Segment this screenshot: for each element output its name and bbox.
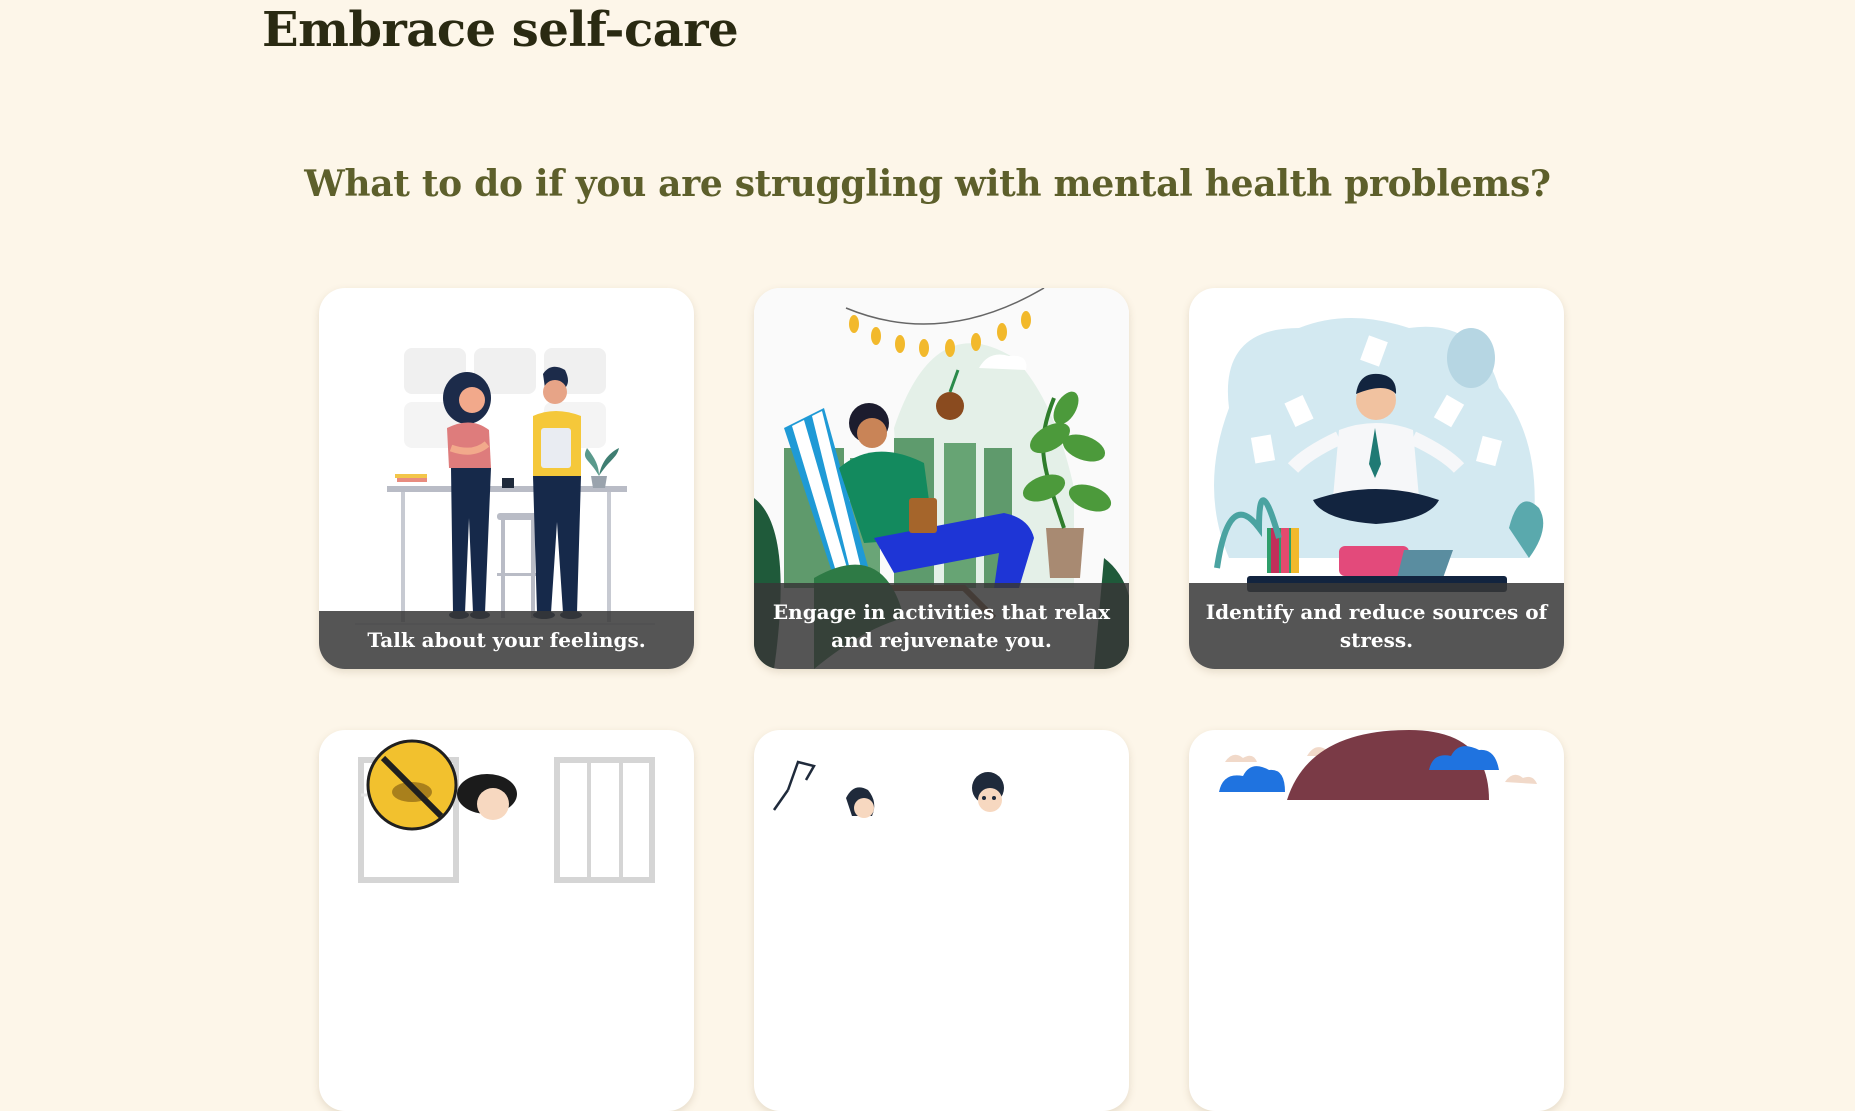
people-waving-illustration — [772, 760, 1004, 818]
tip-card-6[interactable] — [1189, 730, 1564, 1111]
tip-card-5[interactable] — [754, 730, 1129, 1111]
tip-card-4[interactable] — [319, 730, 694, 1111]
umbrella-clouds-illustration — [1219, 730, 1537, 800]
page-title: Embrace self-care — [262, 2, 739, 58]
tip-card-caption: Talk about your feelings. — [319, 611, 694, 669]
tip-card-stress[interactable]: Identify and reduce sources of stress. — [1189, 288, 1564, 669]
tip-card-talk[interactable]: Talk about your feelings. — [319, 288, 694, 669]
tip-card-relax[interactable]: Engage in activities that relax and reju… — [754, 288, 1129, 669]
tip-card-caption: Engage in activities that relax and reju… — [754, 583, 1129, 669]
tip-card-caption: Identify and reduce sources of stress. — [1189, 583, 1564, 669]
section-heading: What to do if you are struggling with me… — [304, 163, 1551, 205]
no-alcohol-illustration — [358, 739, 655, 883]
